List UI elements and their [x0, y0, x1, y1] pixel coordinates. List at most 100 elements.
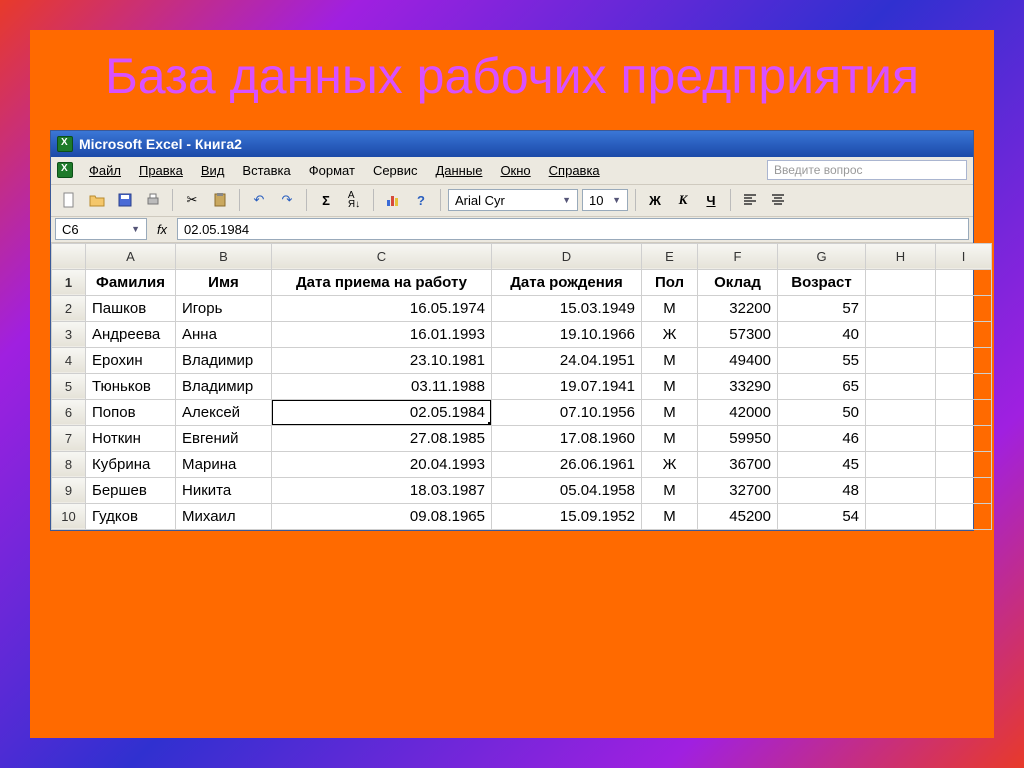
- cell[interactable]: [866, 425, 936, 451]
- col-header-B[interactable]: B: [176, 243, 272, 269]
- chart-wizard-icon[interactable]: [381, 188, 405, 212]
- cell[interactable]: Тюньков: [86, 373, 176, 399]
- save-icon[interactable]: [113, 188, 137, 212]
- cell[interactable]: [936, 373, 992, 399]
- cell[interactable]: Игорь: [176, 295, 272, 321]
- cell[interactable]: 18.03.1987: [272, 477, 492, 503]
- cell[interactable]: Ж: [642, 321, 698, 347]
- col-header-A[interactable]: A: [86, 243, 176, 269]
- fx-icon[interactable]: fx: [147, 222, 177, 237]
- row-header[interactable]: 2: [52, 295, 86, 321]
- cell[interactable]: 65: [778, 373, 866, 399]
- cell[interactable]: [866, 451, 936, 477]
- cell[interactable]: М: [642, 373, 698, 399]
- cell[interactable]: [936, 425, 992, 451]
- menu-data[interactable]: Данные: [427, 160, 490, 181]
- col-header-F[interactable]: F: [698, 243, 778, 269]
- cell[interactable]: 03.11.1988: [272, 373, 492, 399]
- cell[interactable]: [936, 321, 992, 347]
- col-header-C[interactable]: C: [272, 243, 492, 269]
- cell[interactable]: [866, 295, 936, 321]
- row-header[interactable]: 3: [52, 321, 86, 347]
- cell[interactable]: Владимир: [176, 373, 272, 399]
- cell[interactable]: 57: [778, 295, 866, 321]
- cell[interactable]: М: [642, 295, 698, 321]
- cell[interactable]: Гудков: [86, 503, 176, 529]
- cell[interactable]: 02.05.1984: [272, 399, 492, 425]
- cell[interactable]: 46: [778, 425, 866, 451]
- col-header-H[interactable]: H: [866, 243, 936, 269]
- row-header[interactable]: 7: [52, 425, 86, 451]
- menu-tools[interactable]: Сервис: [365, 160, 426, 181]
- cell[interactable]: 32200: [698, 295, 778, 321]
- cell[interactable]: 57300: [698, 321, 778, 347]
- cell[interactable]: 59950: [698, 425, 778, 451]
- cell[interactable]: 45: [778, 451, 866, 477]
- cell[interactable]: 54: [778, 503, 866, 529]
- redo-icon[interactable]: ↷: [275, 188, 299, 212]
- col-header-D[interactable]: D: [492, 243, 642, 269]
- cell[interactable]: Фамилия: [86, 269, 176, 295]
- new-file-icon[interactable]: [57, 188, 81, 212]
- row-header[interactable]: 5: [52, 373, 86, 399]
- name-box[interactable]: C6 ▼: [55, 218, 147, 240]
- align-left-icon[interactable]: [738, 188, 762, 212]
- cell[interactable]: 48: [778, 477, 866, 503]
- cell[interactable]: 26.06.1961: [492, 451, 642, 477]
- cell[interactable]: 17.08.1960: [492, 425, 642, 451]
- menu-format[interactable]: Формат: [301, 160, 363, 181]
- cell[interactable]: [866, 399, 936, 425]
- cell[interactable]: М: [642, 477, 698, 503]
- cell[interactable]: Имя: [176, 269, 272, 295]
- col-header-G[interactable]: G: [778, 243, 866, 269]
- cell[interactable]: [866, 269, 936, 295]
- cell[interactable]: М: [642, 399, 698, 425]
- cell[interactable]: Оклад: [698, 269, 778, 295]
- cell[interactable]: [866, 477, 936, 503]
- cell[interactable]: [936, 347, 992, 373]
- cut-icon[interactable]: ✂: [180, 188, 204, 212]
- bold-button[interactable]: Ж: [643, 188, 667, 212]
- cell[interactable]: М: [642, 347, 698, 373]
- cell[interactable]: Пол: [642, 269, 698, 295]
- col-header-I[interactable]: I: [936, 243, 992, 269]
- cell[interactable]: Дата рождения: [492, 269, 642, 295]
- cell[interactable]: [936, 503, 992, 529]
- cell[interactable]: 07.10.1956: [492, 399, 642, 425]
- cell[interactable]: 49400: [698, 347, 778, 373]
- window-titlebar[interactable]: Microsoft Excel - Книга2: [51, 131, 973, 157]
- cell[interactable]: 36700: [698, 451, 778, 477]
- cell[interactable]: 40: [778, 321, 866, 347]
- cell[interactable]: 55: [778, 347, 866, 373]
- undo-icon[interactable]: ↶: [247, 188, 271, 212]
- font-selector[interactable]: Arial Cyr ▼: [448, 189, 578, 211]
- cell[interactable]: Ж: [642, 451, 698, 477]
- cell[interactable]: 24.04.1951: [492, 347, 642, 373]
- cell[interactable]: Ноткин: [86, 425, 176, 451]
- worksheet[interactable]: A B C D E F G H I 1 Фамилия: [51, 243, 973, 530]
- cell[interactable]: [866, 321, 936, 347]
- col-header-E[interactable]: E: [642, 243, 698, 269]
- cell[interactable]: Марина: [176, 451, 272, 477]
- font-size-selector[interactable]: 10 ▼: [582, 189, 628, 211]
- help-search-input[interactable]: Введите вопрос: [767, 160, 967, 180]
- cell[interactable]: 50: [778, 399, 866, 425]
- cell[interactable]: 15.09.1952: [492, 503, 642, 529]
- cell[interactable]: Владимир: [176, 347, 272, 373]
- underline-button[interactable]: Ч: [699, 188, 723, 212]
- menu-insert[interactable]: Вставка: [234, 160, 298, 181]
- cell[interactable]: [936, 477, 992, 503]
- italic-button[interactable]: К: [671, 188, 695, 212]
- row-header[interactable]: 6: [52, 399, 86, 425]
- cell[interactable]: М: [642, 425, 698, 451]
- autosum-icon[interactable]: Σ: [314, 188, 338, 212]
- cell[interactable]: Анна: [176, 321, 272, 347]
- menu-edit[interactable]: Правка: [131, 160, 191, 181]
- row-header[interactable]: 9: [52, 477, 86, 503]
- formula-input[interactable]: 02.05.1984: [177, 218, 969, 240]
- help-icon[interactable]: ?: [409, 188, 433, 212]
- menu-file[interactable]: Файл: [81, 160, 129, 181]
- cell[interactable]: 15.03.1949: [492, 295, 642, 321]
- cell[interactable]: [866, 347, 936, 373]
- cell[interactable]: М: [642, 503, 698, 529]
